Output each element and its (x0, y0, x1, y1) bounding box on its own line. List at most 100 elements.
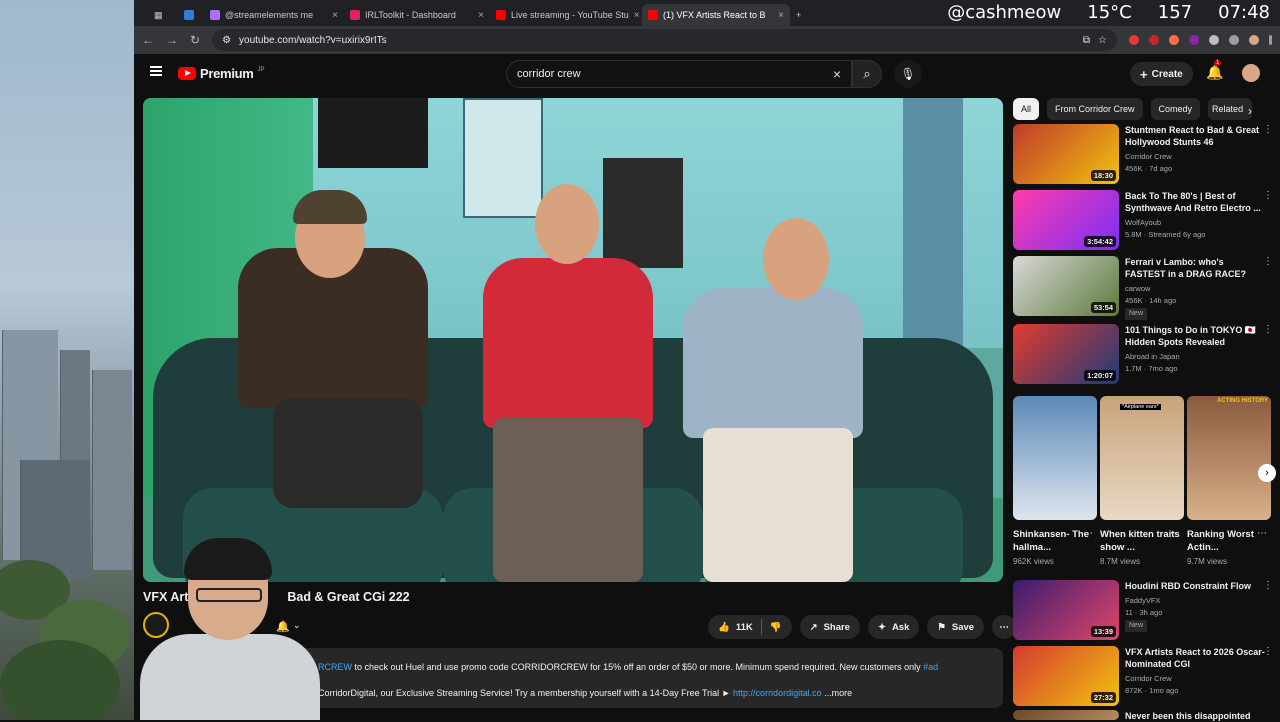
extension-icon[interactable] (1129, 35, 1139, 45)
video-title[interactable]: Ferrari v Lambo: who's FASTEST in a DRAG… (1125, 256, 1265, 280)
create-button[interactable]: + Create (1130, 62, 1193, 86)
video-thumbnail[interactable] (1013, 710, 1119, 720)
video-info: Ferrari v Lambo: who's FASTEST in a DRAG… (1125, 256, 1273, 320)
video-thumbnail[interactable]: 13:39 (1013, 580, 1119, 640)
more-vert-icon[interactable]: ⋯ (1257, 528, 1267, 539)
short-thumbnail[interactable] (1013, 396, 1097, 520)
back-icon[interactable]: ← (142, 33, 154, 47)
ask-button[interactable]: ✦ Ask (867, 615, 920, 639)
tab-pinned[interactable] (178, 4, 204, 26)
channel-name[interactable]: Corridor Crew (1125, 673, 1265, 685)
url-field[interactable]: ⚙ youtube.com/watch?v=uxirix9rITs ⧉ ☆ (212, 29, 1117, 51)
search-button[interactable]: ⌕ (852, 60, 882, 88)
recommended-video[interactable]: 3:54:42 Back To The 80's | Best of Synth… (1013, 190, 1273, 250)
notifications-button[interactable]: 🔔 1 (1206, 60, 1223, 81)
cast-icon[interactable]: ⧉ (1083, 35, 1090, 46)
forward-icon[interactable]: → (166, 33, 178, 47)
video-title[interactable]: VFX Artists React to 2026 Oscar-Nominate… (1125, 646, 1265, 670)
video-thumbnail[interactable]: 27:32 (1013, 646, 1119, 706)
clear-search-icon[interactable]: × (833, 66, 841, 82)
more-vert-icon[interactable]: ⋯ (1170, 528, 1180, 539)
video-title[interactable]: Stuntmen React to Bad & Great Hollywood … (1125, 124, 1265, 148)
recommended-video[interactable]: 18:30 Stuntmen React to Bad & Great Holl… (1013, 124, 1273, 184)
recommended-video[interactable]: 53:54 Ferrari v Lambo: who's FASTEST in … (1013, 256, 1273, 320)
new-tab-button[interactable]: + (790, 4, 814, 26)
video-player[interactable] (143, 98, 1003, 582)
channel-name[interactable]: carwow (1125, 283, 1265, 295)
reload-icon[interactable]: ↻ (190, 33, 200, 47)
recommended-video[interactable]: 1:20:07 101 Things to Do in TOKYO 🇯🇵 Hid… (1013, 324, 1273, 384)
close-icon[interactable]: × (332, 10, 338, 21)
video-title[interactable]: Houdini RBD Constraint Flow (1125, 580, 1265, 592)
search-input[interactable]: corridor crew × (506, 60, 852, 88)
more-vert-icon[interactable]: ⋮ (1263, 124, 1273, 135)
hamburger-menu-icon[interactable] (150, 66, 162, 76)
channel-name[interactable]: Corridor Crew (1125, 151, 1265, 163)
more-vert-icon[interactable]: ⋮ (1263, 324, 1273, 335)
video-thumbnail[interactable]: 1:20:07 (1013, 324, 1119, 384)
save-button[interactable]: ⚑ Save (927, 615, 985, 639)
description-link[interactable]: http://corridordigital.co (733, 688, 822, 698)
thumbs-up-icon[interactable]: 👍 (718, 622, 730, 633)
share-button[interactable]: ↗ Share (799, 615, 860, 639)
extension-icon[interactable] (1149, 35, 1159, 45)
video-description[interactable]: RCREW to check out Huel and use promo co… (300, 648, 1003, 708)
short-item[interactable]: Shinkansen- The hallma... 962K views ⋯ (1013, 396, 1097, 566)
reading-list-icon[interactable] (1229, 35, 1239, 45)
profile-icon[interactable] (1249, 35, 1259, 45)
chip-related[interactable]: Related (1208, 98, 1253, 120)
video-title[interactable]: 101 Things to Do in TOKYO 🇯🇵 Hidden Spot… (1125, 324, 1265, 348)
channel-name[interactable]: WolfAyoub (1125, 217, 1265, 229)
tab-youtube-studio[interactable]: Live streaming - YouTube Stu × (490, 4, 642, 26)
extensions-puzzle-icon[interactable] (1209, 35, 1219, 45)
extension-icon[interactable] (1169, 35, 1179, 45)
short-item[interactable]: ACTING HISTORY Ranking Worst Actin... 9.… (1187, 396, 1271, 566)
tab-streamelements[interactable]: @streamelements me × (204, 4, 344, 26)
bookmark-star-icon[interactable]: ☆ (1098, 35, 1107, 46)
browser-menu-icon[interactable] (1269, 35, 1272, 45)
voice-search-button[interactable]: 🎙 (894, 60, 922, 88)
more-vert-icon[interactable]: ⋮ (1263, 190, 1273, 201)
account-avatar[interactable] (1242, 64, 1260, 82)
channel-name[interactable]: Abroad in Japan (1125, 351, 1265, 363)
video-title[interactable]: Back To The 80's | Best of Synthwave And… (1125, 190, 1265, 214)
youtube-premium-logo[interactable]: Premium JP (178, 66, 265, 81)
show-more-button[interactable]: ...more (822, 688, 852, 698)
chevron-right-icon[interactable]: › (1248, 104, 1252, 118)
short-thumbnail[interactable]: *Airplane ears* (1100, 396, 1184, 520)
video-thumbnail[interactable]: 53:54 (1013, 256, 1119, 316)
thumbs-down-icon[interactable]: 👎 (770, 622, 782, 633)
shorts-next-button[interactable]: › (1258, 464, 1276, 482)
more-vert-icon[interactable]: ⋮ (1263, 256, 1273, 267)
youtube-icon (496, 10, 506, 20)
short-thumbnail[interactable]: ACTING HISTORY (1187, 396, 1271, 520)
search-query: corridor crew (517, 68, 581, 80)
chip-comedy[interactable]: Comedy (1150, 98, 1201, 120)
tab-label: IRLToolkit - Dashboard (365, 10, 456, 20)
hashtag-link[interactable]: #ad (923, 662, 938, 672)
video-thumbnail[interactable]: 18:30 (1013, 124, 1119, 184)
site-info-icon[interactable]: ⚙ (222, 35, 231, 46)
tab-vfx-artists-react[interactable]: (1) VFX Artists React to B × (642, 4, 790, 26)
short-views: 962K views (1013, 557, 1054, 566)
close-icon[interactable]: × (478, 10, 484, 21)
video-thumbnail[interactable]: 3:54:42 (1013, 190, 1119, 250)
close-icon[interactable]: × (634, 10, 640, 21)
channel-name[interactable]: FaddyVFX (1125, 595, 1265, 607)
extension-icon[interactable] (1189, 35, 1199, 45)
more-vert-icon[interactable]: ⋮ (1263, 646, 1273, 657)
video-title[interactable]: Never been this disappointed (1125, 710, 1265, 722)
recommended-video[interactable]: Never been this disappointed (1013, 710, 1273, 722)
close-icon[interactable]: × (778, 10, 784, 21)
like-dislike-button[interactable]: 👍 11K 👎 (708, 615, 792, 639)
short-item[interactable]: *Airplane ears* When kitten traits show … (1100, 396, 1184, 566)
description-link[interactable]: RCREW (318, 662, 352, 672)
recommended-video[interactable]: 13:39 Houdini RBD Constraint Flow FaddyV… (1013, 580, 1273, 640)
tab-irltoolkit[interactable]: IRLToolkit - Dashboard × (344, 4, 490, 26)
recommended-video[interactable]: 27:32 VFX Artists React to 2026 Oscar-No… (1013, 646, 1273, 706)
more-vert-icon[interactable]: ⋯ (1083, 528, 1093, 539)
chip-from-corridor-crew[interactable]: From Corridor Crew (1047, 98, 1143, 120)
chip-all[interactable]: All (1013, 98, 1040, 120)
more-vert-icon[interactable]: ⋮ (1263, 580, 1273, 591)
tab-switcher[interactable]: ▦ (148, 4, 178, 26)
